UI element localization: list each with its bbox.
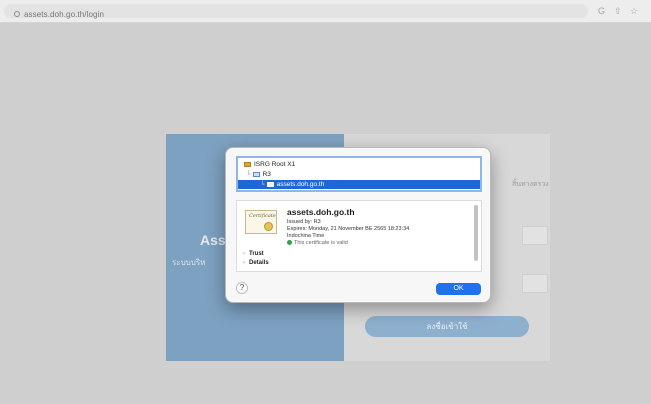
- username-field[interactable]: [522, 226, 548, 245]
- chevron-right-icon: ›: [243, 251, 245, 257]
- certificate-dialog: ISRG Root X1 └ R3 └ assets.doh.go.th Certi…: [225, 147, 491, 303]
- certificate-details-panel[interactable]: Certificate assets.doh.go.th Issued by: …: [236, 200, 482, 272]
- leaf-certificate-icon: [266, 181, 274, 187]
- address-bar[interactable]: assets.doh.go.th/login: [4, 4, 588, 19]
- address-bar-url[interactable]: assets.doh.go.th/login: [24, 8, 104, 22]
- tree-item-assets-doh[interactable]: └ assets.doh.go.th: [238, 180, 480, 189]
- certificate-icon: Certificate: [245, 210, 277, 234]
- valid-check-icon: [287, 240, 292, 246]
- help-button[interactable]: ?: [236, 282, 248, 294]
- certificate-expiry: Expires: Monday, 21 November BE 2565 18:…: [287, 226, 410, 232]
- certificate-validity: This certificate is valid: [287, 240, 348, 246]
- tree-connector: └: [246, 171, 251, 178]
- root-certificate-icon: [244, 161, 251, 167]
- login-hint-text: สิ้นทางตรวง: [512, 181, 549, 188]
- tree-item-label: ISRG Root X1: [254, 161, 296, 168]
- share-icon[interactable]: ⇧: [614, 5, 622, 17]
- details-section-toggle[interactable]: › Details: [243, 260, 269, 266]
- google-lens-icon[interactable]: G: [598, 5, 605, 17]
- brand-subtitle: ระบบบริห: [172, 258, 206, 267]
- tree-item-isrg-root[interactable]: ISRG Root X1: [244, 160, 295, 169]
- browser-toolbar: assets.doh.go.th/login G ⇧ ☆: [0, 0, 651, 23]
- certificate-name: assets.doh.go.th: [287, 207, 355, 217]
- certificate-issuer: Issued by: R3: [287, 219, 321, 225]
- ok-button[interactable]: OK: [436, 283, 481, 295]
- tree-item-label: R3: [262, 171, 271, 178]
- bookmark-star-icon[interactable]: ☆: [630, 5, 638, 17]
- trust-section-toggle[interactable]: › Trust: [243, 251, 264, 257]
- tree-item-label: assets.doh.go.th: [276, 181, 325, 188]
- site-info-icon[interactable]: [14, 11, 20, 17]
- tree-connector: └: [260, 181, 265, 188]
- certificate-chain-tree: ISRG Root X1 └ R3 └ assets.doh.go.th: [236, 156, 482, 192]
- details-scrollbar[interactable]: [474, 205, 478, 261]
- chevron-right-icon: ›: [243, 260, 245, 266]
- intermediate-certificate-icon: [252, 171, 260, 177]
- certificate-seal-icon: [264, 222, 273, 231]
- certificate-timezone: Indochina Time: [287, 233, 325, 239]
- login-button[interactable]: ลงชื่อเข้าใช้: [365, 316, 529, 337]
- tree-item-r3[interactable]: └ R3: [246, 170, 271, 179]
- password-field[interactable]: [522, 274, 548, 293]
